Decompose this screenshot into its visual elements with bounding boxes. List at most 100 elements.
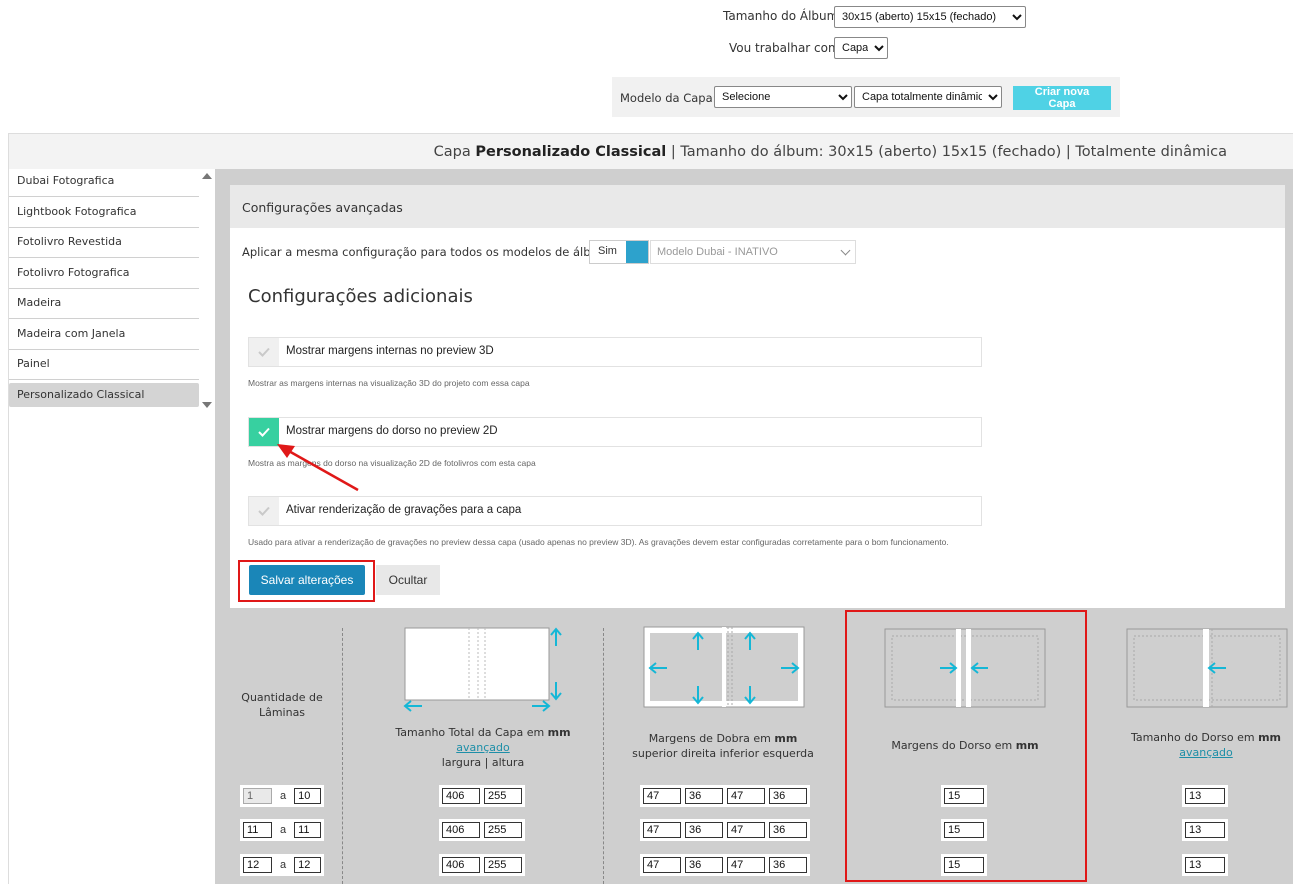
col-qty-label: Quantidade de Lâminas — [236, 690, 328, 720]
table-row-spine-size — [1182, 785, 1228, 807]
qty-to-input[interactable] — [294, 822, 322, 838]
table-row-spine-size — [1182, 819, 1228, 841]
option-label: Mostrar margens do dorso no preview 2D — [286, 425, 498, 437]
col-spine-margin-title: Margens do Dorso em — [891, 739, 1016, 752]
margin-left-input[interactable] — [769, 857, 807, 873]
option-label: Mostrar margens internas no preview 3D — [286, 345, 494, 357]
work-with-select[interactable]: Capa — [834, 37, 888, 59]
table-row-total-size — [439, 854, 525, 876]
model-select-value: Modelo Dubai - INATIVO — [657, 246, 778, 258]
sidebar-item-painel[interactable]: Painel — [9, 352, 199, 380]
width-input[interactable] — [442, 857, 480, 873]
col-fold-label: Margens de Dobra em mm superior direita … — [620, 731, 826, 761]
sidebar-item-personalizado-classical[interactable]: Personalizado Classical — [9, 383, 199, 407]
col-fold-unit: mm — [774, 732, 798, 745]
spine-size-input[interactable] — [1185, 822, 1225, 838]
checkbox-inner-margins[interactable] — [249, 338, 279, 366]
advanced-link[interactable]: avançado — [1179, 746, 1232, 759]
sidebar-item-fotolivro-revestida[interactable]: Fotolivro Revestida — [9, 230, 199, 258]
cover-type-select[interactable]: Capa totalmente dinâmica — [854, 86, 1002, 108]
col-total-label: Tamanho Total da Capa em mm avançado lar… — [380, 725, 586, 770]
cover-header-title: Capa Personalizado Classical | Tamanho d… — [434, 144, 1227, 160]
scroll-down-icon[interactable] — [202, 402, 212, 408]
table-row-spine-margin — [941, 854, 987, 876]
table-row-fold-margins — [640, 785, 810, 807]
apply-all-toggle[interactable]: Sim — [589, 240, 649, 264]
table-row-spine-margin — [941, 819, 987, 841]
margin-top-input[interactable] — [643, 788, 681, 804]
qty-from-input[interactable] — [243, 857, 272, 873]
qty-to-input[interactable] — [294, 788, 322, 804]
height-input[interactable] — [484, 857, 522, 873]
spine-margin-input[interactable] — [944, 857, 984, 873]
cover-model-panel: Modelo da Capa: Selecione Capa totalment… — [612, 77, 1120, 117]
height-input[interactable] — [484, 788, 522, 804]
option-help: Mostrar as margens internas na visualiza… — [248, 378, 530, 388]
option-inner-margins[interactable]: Mostrar margens internas no preview 3D — [248, 337, 982, 367]
header-cover-name: Personalizado Classical — [475, 144, 667, 160]
width-input[interactable] — [442, 788, 480, 804]
margin-left-input[interactable] — [769, 788, 807, 804]
sidebar-item-dubai[interactable]: Dubai Fotografica — [9, 169, 199, 197]
scroll-up-icon[interactable] — [202, 173, 212, 179]
option-help: Usado para ativar a renderização de grav… — [248, 537, 949, 547]
range-separator: a — [280, 790, 287, 802]
table-row-fold-margins — [640, 819, 810, 841]
spine-size-input[interactable] — [1185, 788, 1225, 804]
save-changes-button[interactable]: Salvar alterações — [249, 565, 365, 595]
check-icon — [258, 347, 270, 357]
spine-margin-input[interactable] — [944, 788, 984, 804]
sidebar-item-lightbook[interactable]: Lightbook Fotografica — [9, 200, 199, 228]
total-size-diagram-icon — [403, 627, 562, 712]
new-cover-button[interactable]: Criar nova Capa — [1013, 86, 1111, 110]
col-spine-margin-label: Margens do Dorso em mm — [860, 738, 1070, 753]
col-spine-size-title: Tamanho do Dorso em — [1130, 731, 1259, 744]
margin-right-input[interactable] — [685, 788, 723, 804]
table-row-qty: a — [240, 819, 325, 841]
range-separator: a — [280, 859, 287, 871]
table-row-fold-margins — [640, 854, 810, 876]
checkbox-engraving-render[interactable] — [249, 497, 279, 525]
column-divider — [342, 628, 343, 884]
column-divider — [603, 628, 604, 884]
margin-right-input[interactable] — [685, 822, 723, 838]
margin-bottom-input[interactable] — [727, 857, 765, 873]
spine-margin-input[interactable] — [944, 822, 984, 838]
annotation-arrow-icon — [277, 444, 359, 492]
option-engraving-render[interactable]: Ativar renderização de gravações para a … — [248, 496, 982, 526]
album-size-label: Tamanho do Álbum: — [723, 9, 843, 23]
width-input[interactable] — [442, 822, 480, 838]
spine-margins-diagram-icon — [884, 628, 1046, 708]
cover-model-label: Modelo da Capa: — [620, 91, 717, 105]
margin-top-input[interactable] — [643, 822, 681, 838]
work-with-label: Vou trabalhar com: — [729, 41, 844, 55]
advanced-link[interactable]: avançado — [456, 741, 509, 754]
config-panel-header: Configurações avançadas — [230, 185, 1285, 228]
table-row-total-size — [439, 785, 525, 807]
spine-size-input[interactable] — [1185, 857, 1225, 873]
margin-right-input[interactable] — [685, 857, 723, 873]
height-input[interactable] — [484, 822, 522, 838]
qty-to-input[interactable] — [294, 857, 322, 873]
qty-from-input[interactable] — [243, 822, 272, 838]
header-prefix: Capa — [433, 144, 476, 160]
check-icon — [258, 427, 270, 437]
sidebar-item-madeira-janela[interactable]: Madeira com Janela — [9, 322, 199, 350]
margin-bottom-input[interactable] — [727, 788, 765, 804]
margin-left-input[interactable] — [769, 822, 807, 838]
qty-from-input[interactable] — [243, 788, 272, 804]
margin-bottom-input[interactable] — [727, 822, 765, 838]
config-panel-title: Configurações avançadas — [242, 200, 403, 215]
hide-button[interactable]: Ocultar — [376, 565, 440, 595]
col-total-title: Tamanho Total da Capa em — [395, 726, 548, 739]
album-size-select[interactable]: 30x15 (aberto) 15x15 (fechado) — [834, 6, 1026, 28]
cover-model-sidebar: Dubai Fotografica Lightbook Fotografica … — [8, 169, 215, 884]
section-title: Configurações adicionais — [248, 286, 473, 307]
sidebar-item-madeira[interactable]: Madeira — [9, 291, 199, 319]
option-label: Ativar renderização de gravações para a … — [286, 504, 522, 516]
sidebar-item-fotolivro-fotografica[interactable]: Fotolivro Fotografica — [9, 261, 199, 289]
advanced-config-panel: Configurações avançadas Aplicar a mesma … — [230, 185, 1285, 608]
margin-top-input[interactable] — [643, 857, 681, 873]
table-row-spine-margin — [941, 785, 987, 807]
cover-model-select[interactable]: Selecione — [714, 86, 852, 108]
